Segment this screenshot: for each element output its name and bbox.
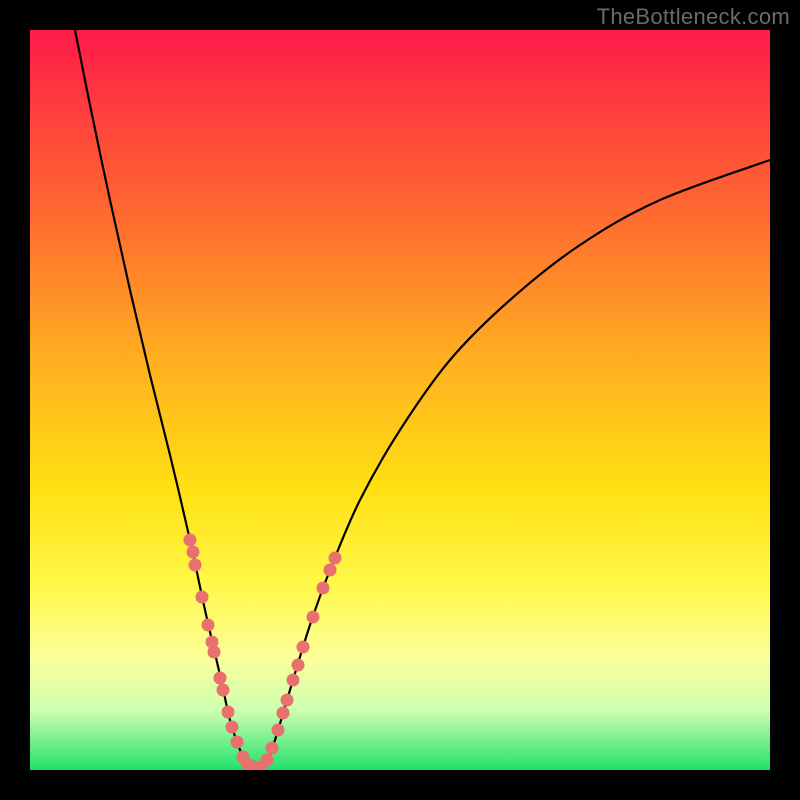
curve-right-branch	[265, 160, 770, 768]
scatter-dot	[297, 641, 310, 654]
scatter-dot	[222, 706, 235, 719]
chart-plot-area	[30, 30, 770, 770]
scatter-dots	[184, 534, 342, 771]
scatter-dot	[266, 742, 279, 755]
scatter-dot	[261, 754, 274, 767]
scatter-dot	[307, 611, 320, 624]
scatter-dot	[324, 564, 337, 577]
scatter-dot	[202, 619, 215, 632]
scatter-dot	[277, 707, 290, 720]
watermark-text: TheBottleneck.com	[597, 4, 790, 30]
scatter-dot	[281, 694, 294, 707]
curve-left-branch	[75, 30, 248, 768]
scatter-dot	[214, 672, 227, 685]
scatter-dot	[287, 674, 300, 687]
scatter-dot	[187, 546, 200, 559]
scatter-dot	[226, 721, 239, 734]
scatter-dot	[208, 646, 221, 659]
scatter-dot	[272, 724, 285, 737]
chart-svg	[30, 30, 770, 770]
scatter-dot	[231, 736, 244, 749]
scatter-dot	[317, 582, 330, 595]
scatter-dot	[196, 591, 209, 604]
scatter-dot	[217, 684, 230, 697]
scatter-dot	[184, 534, 197, 547]
scatter-dot	[189, 559, 202, 572]
scatter-dot	[329, 552, 342, 565]
scatter-dot	[292, 659, 305, 672]
